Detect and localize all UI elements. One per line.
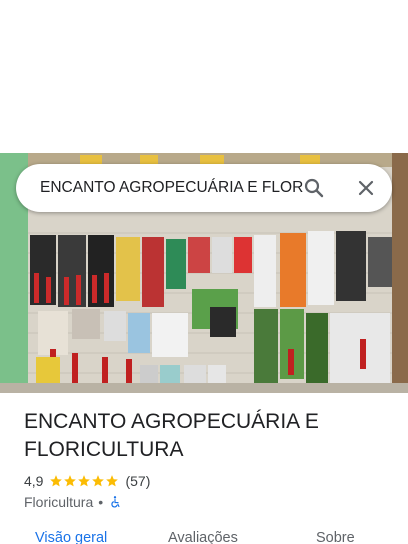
star-icon xyxy=(92,475,105,487)
tab-overview[interactable]: Visão geral xyxy=(35,530,107,544)
category-row: Floricultura • xyxy=(24,492,122,512)
star-icon xyxy=(106,475,119,487)
map-area-blank xyxy=(0,0,408,153)
wheelchair-icon xyxy=(111,496,120,508)
separator-dot: • xyxy=(98,494,104,510)
search-bar[interactable]: ENCANTO AGROPECUÁRIA E FLORICULTURA xyxy=(16,164,392,212)
category-label[interactable]: Floricultura xyxy=(24,494,93,510)
review-count[interactable]: (57) xyxy=(125,473,150,489)
star-icon xyxy=(64,475,77,487)
rating-row[interactable]: 4,9 (57) xyxy=(24,471,150,491)
search-input[interactable]: ENCANTO AGROPECUÁRIA E FLORICULTURA xyxy=(40,164,304,212)
star-icon xyxy=(50,475,63,487)
rating-value: 4,9 xyxy=(24,473,44,489)
place-tabs: Visão geral Avaliações Sobre xyxy=(0,530,408,544)
star-icon xyxy=(78,475,91,487)
tab-about[interactable]: Sobre xyxy=(316,530,355,544)
tab-reviews[interactable]: Avaliações xyxy=(168,530,238,544)
search-icon[interactable] xyxy=(302,176,326,200)
star-rating xyxy=(49,474,119,488)
close-icon[interactable] xyxy=(354,176,378,200)
place-title: ENCANTO AGROPECUÁRIA E FLORICULTURA xyxy=(24,410,319,461)
